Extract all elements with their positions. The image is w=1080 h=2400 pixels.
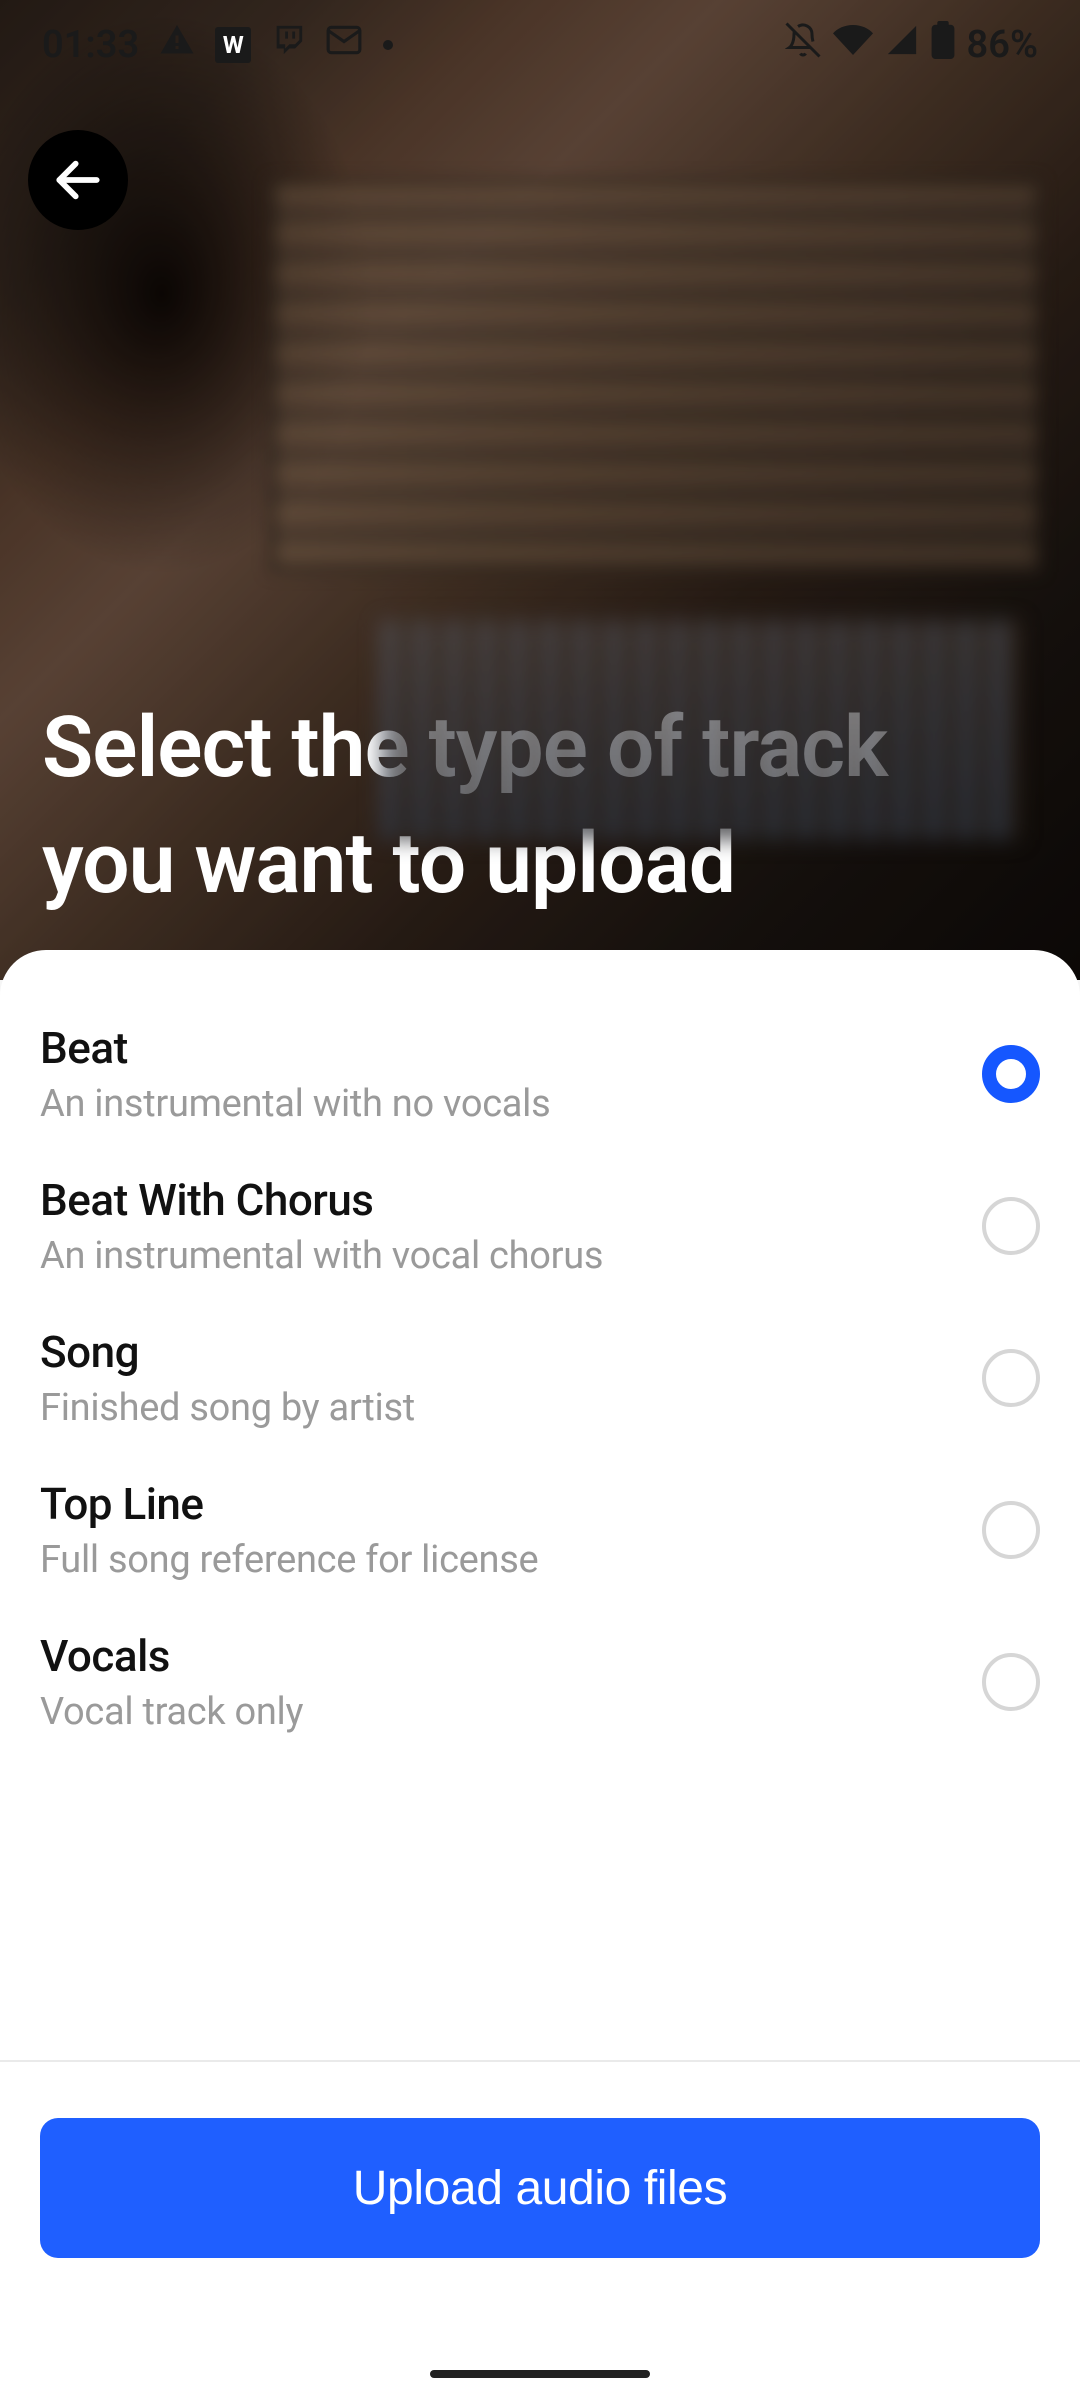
option-desc: An instrumental with no vocals — [40, 1082, 982, 1126]
wifi-icon — [833, 20, 873, 70]
option-desc: An instrumental with vocal chorus — [40, 1234, 982, 1278]
cell-signal-icon — [885, 23, 919, 67]
option-song[interactable]: Song Finished song by artist — [40, 1302, 1040, 1454]
app-w-icon: W — [215, 27, 251, 63]
radio-icon[interactable] — [982, 1349, 1040, 1407]
option-title: Top Line — [40, 1478, 982, 1530]
option-title: Song — [40, 1326, 982, 1378]
radio-icon[interactable] — [982, 1197, 1040, 1255]
option-title: Vocals — [40, 1630, 982, 1682]
page-title: Select the type of track you want to upl… — [42, 690, 1038, 922]
more-dot-icon — [383, 40, 393, 50]
battery-text: 86% — [967, 23, 1038, 67]
status-right: 86% — [785, 20, 1038, 70]
radio-selected-icon[interactable] — [982, 1045, 1040, 1103]
home-indicator[interactable] — [430, 2370, 650, 2378]
notifications-off-icon — [785, 22, 821, 68]
option-beat[interactable]: Beat An instrumental with no vocals — [40, 998, 1040, 1150]
option-title: Beat — [40, 1022, 982, 1074]
battery-icon — [931, 21, 955, 69]
warning-icon — [159, 22, 195, 68]
status-left: 01:33 W — [42, 21, 393, 69]
upload-button[interactable]: Upload audio files — [40, 2118, 1040, 2258]
option-desc: Finished song by artist — [40, 1386, 982, 1430]
bottom-action-bar: Upload audio files — [0, 2060, 1080, 2400]
gmail-icon — [325, 21, 363, 69]
option-desc: Full song reference for license — [40, 1538, 982, 1582]
radio-icon[interactable] — [982, 1501, 1040, 1559]
option-title: Beat With Chorus — [40, 1174, 982, 1226]
hero-image: 01:33 W 86 — [0, 0, 1080, 980]
arrow-left-icon — [50, 152, 106, 208]
status-time: 01:33 — [42, 23, 139, 67]
option-vocals[interactable]: Vocals Vocal track only — [40, 1606, 1040, 1758]
twitch-icon — [271, 23, 305, 67]
option-beat-with-chorus[interactable]: Beat With Chorus An instrumental with vo… — [40, 1150, 1040, 1302]
option-top-line[interactable]: Top Line Full song reference for license — [40, 1454, 1040, 1606]
radio-icon[interactable] — [982, 1653, 1040, 1711]
status-bar: 01:33 W 86 — [0, 0, 1080, 90]
option-desc: Vocal track only — [40, 1690, 982, 1734]
back-button[interactable] — [28, 130, 128, 230]
